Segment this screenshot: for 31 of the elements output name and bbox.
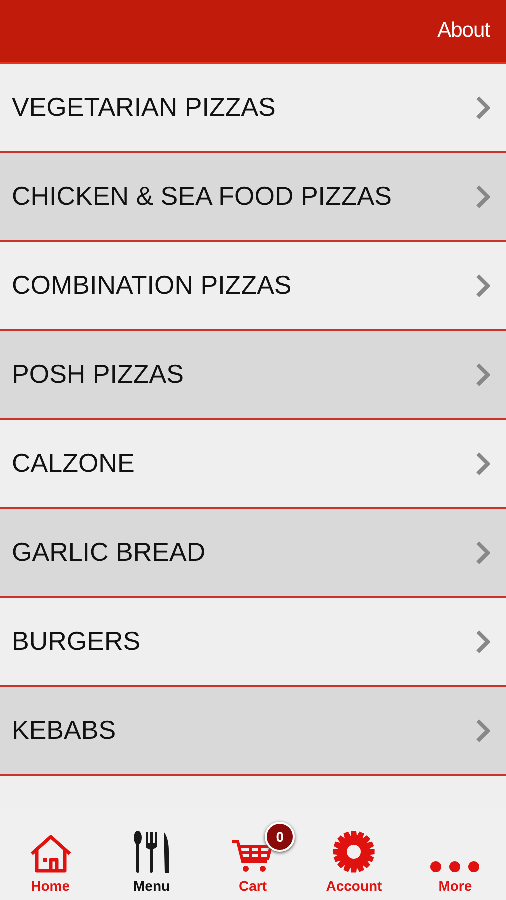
chevron-icon (476, 96, 490, 120)
gear-icon (332, 830, 376, 874)
chevron-icon (476, 452, 490, 476)
category-label: CALZONE (12, 448, 135, 479)
tab-item[interactable]: Cart 0 (202, 820, 304, 900)
cutlery-icon (132, 830, 172, 874)
chevron-icon (476, 540, 490, 564)
chevron-icon (476, 184, 490, 208)
category-item[interactable]: CHICKEN & SEA FOOD PIZZAS (0, 153, 506, 242)
category-item[interactable]: GARLIC BREAD (0, 509, 506, 598)
tab-item[interactable]: Menu (101, 820, 202, 900)
category-label: BURGERS (12, 626, 141, 657)
tab-item[interactable]: Home (0, 820, 102, 900)
tab-item[interactable]: More (404, 820, 506, 900)
category-label: CHICKEN & SEA FOOD PIZZAS (12, 181, 392, 212)
more-icon (429, 860, 482, 874)
category-item[interactable]: KEBABS (0, 687, 506, 776)
chevron-icon (476, 274, 490, 298)
category-label: GARLIC BREAD (12, 537, 206, 568)
category-item[interactable]: POSH PIZZAS (0, 331, 506, 420)
category-label: COMBINATION PIZZAS (12, 270, 292, 301)
chevron-icon (476, 718, 490, 742)
chevron-icon (476, 362, 490, 386)
category-label: POSH PIZZAS (12, 359, 184, 390)
tab-item[interactable]: Account (304, 820, 405, 900)
cart-count-badge: 0 (265, 822, 296, 852)
home-icon (28, 834, 73, 874)
category-label: VEGETARIAN PIZZAS (12, 92, 276, 123)
about-button[interactable]: About (438, 19, 490, 43)
chevron-icon (476, 630, 490, 654)
category-label: KEBABS (12, 715, 116, 746)
